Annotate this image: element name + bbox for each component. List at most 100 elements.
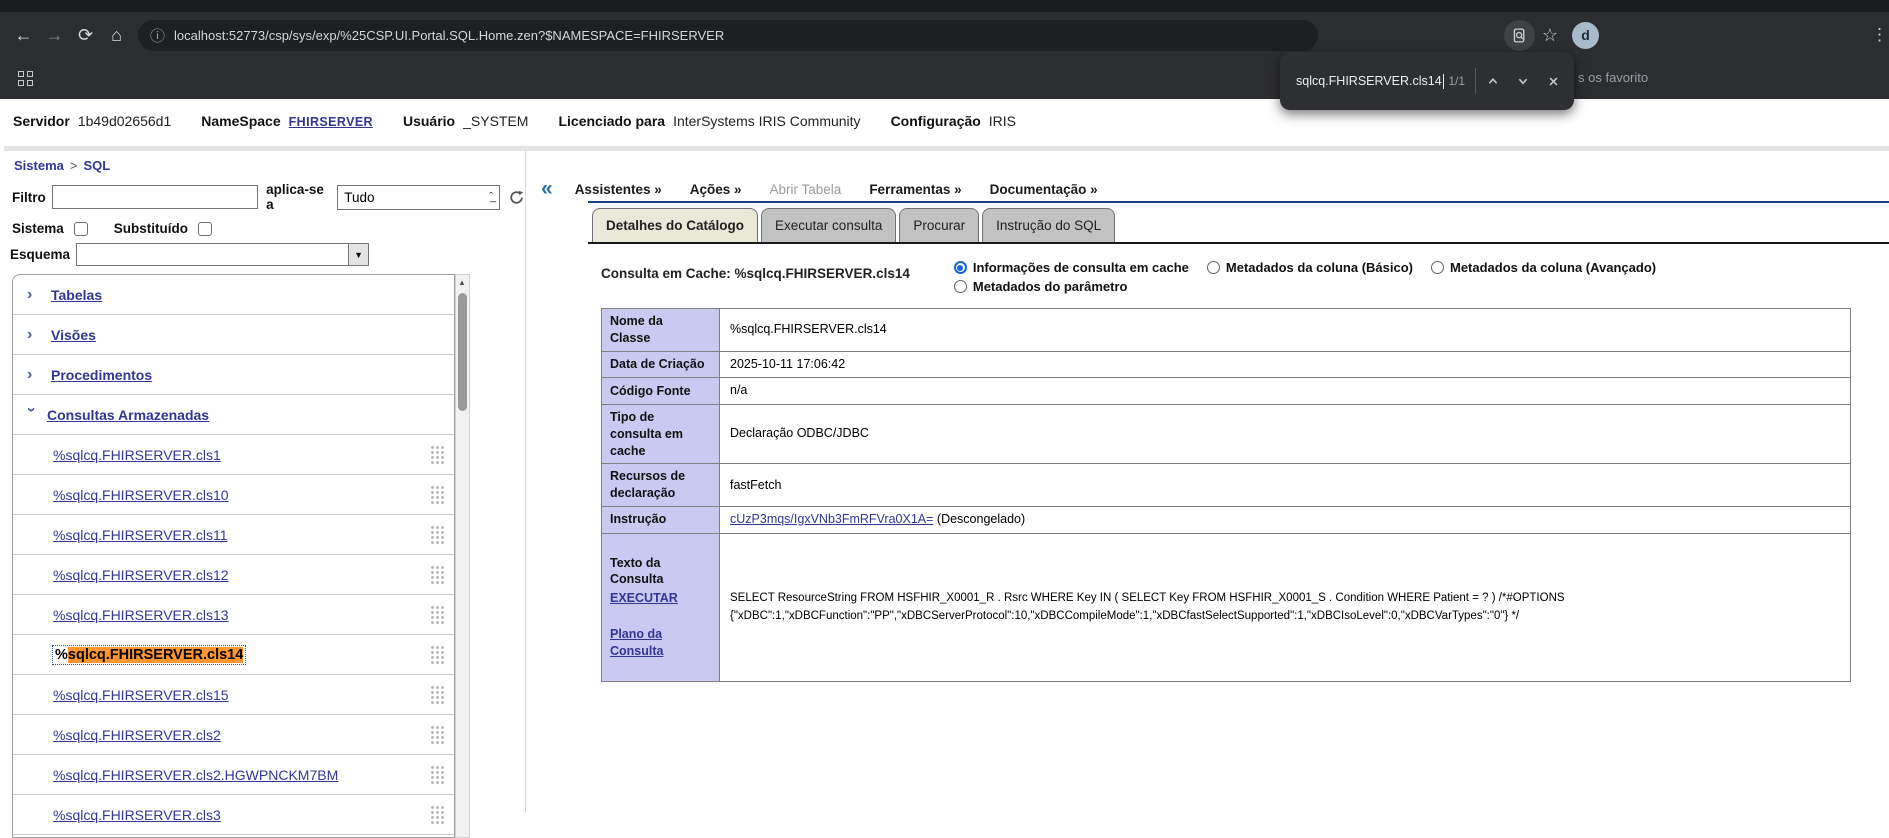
filtro-label: Filtro <box>12 190 46 205</box>
radio-metadados-coluna-avancado[interactable]: Metadados da coluna (Avançado) <box>1431 260 1656 275</box>
grip-icon[interactable] <box>430 605 444 624</box>
table-row: Código Fonte n/a <box>602 378 1851 405</box>
sistema-label: Sistema <box>12 221 64 236</box>
tree-item-cls10[interactable]: %sqlcq.FHIRSERVER.cls10 <box>13 475 454 515</box>
server-value: 1b49d02656d1 <box>78 113 171 129</box>
find-match-count: 1/1 <box>1448 74 1475 88</box>
menu-abrir-tabela: Abrir Tabela <box>770 182 842 197</box>
tree-item-cls2[interactable]: %sqlcq.FHIRSERVER.cls2 <box>13 715 454 755</box>
find-in-page-icon[interactable] <box>1504 20 1535 51</box>
namespace-link[interactable]: FHIRSERVER <box>289 115 373 129</box>
bookmarks-hint-text: s os favorito <box>1578 70 1648 85</box>
substituido-checkbox[interactable] <box>198 222 212 236</box>
tree-item-cls1[interactable]: %sqlcq.FHIRSERVER.cls1 <box>13 435 454 475</box>
grip-icon[interactable] <box>430 685 444 704</box>
menubar: « Assistentes » Ações » Abrir Tabela Fer… <box>526 151 1889 201</box>
grip-icon[interactable] <box>430 805 444 824</box>
tree-item-cls13[interactable]: %sqlcq.FHIRSERVER.cls13 <box>13 595 454 635</box>
scrollbar-thumb[interactable] <box>458 293 467 411</box>
tree-item-cls2-hgwpnckm7bm[interactable]: %sqlcq.FHIRSERVER.cls2.HGWPNCKM7BM <box>13 755 454 795</box>
grip-icon[interactable] <box>430 525 444 544</box>
find-next-button[interactable] <box>1508 66 1538 96</box>
radio-metadados-coluna-basico[interactable]: Metadados da coluna (Básico) <box>1207 260 1413 275</box>
statement-hash-link[interactable]: cUzP3mqs/IgxVNb3FmRFVra0X1A= <box>730 512 933 526</box>
dropdown-arrow-icon[interactable]: ▼ <box>348 243 369 266</box>
sistema-checkbox[interactable] <box>74 222 88 236</box>
radio-info-consulta-cache[interactable]: Informações de consulta em cache <box>954 260 1189 275</box>
address-bar[interactable]: ⓘ localhost:52773/csp/sys/exp/%25CSP.UI.… <box>138 20 1318 51</box>
grip-icon[interactable] <box>430 565 444 584</box>
tree-item-cls12[interactable]: %sqlcq.FHIRSERVER.cls12 <box>13 555 454 595</box>
tab-instrucao-do-sql[interactable]: Instrução do SQL <box>982 208 1115 242</box>
table-row: Tipo de consulta em cache Declaração ODB… <box>602 404 1851 464</box>
radio-icon[interactable] <box>954 280 967 293</box>
user-label: Usuário <box>403 113 455 129</box>
menubar-underline <box>588 201 1889 203</box>
reload-icon[interactable]: ⟳ <box>70 20 101 51</box>
portal-page: Servidor 1b49d02656d1 NameSpace FHIRSERV… <box>0 99 1889 812</box>
executar-link[interactable]: EXECUTAR <box>610 590 711 607</box>
select-arrow-icon: ˆ̲ <box>489 191 493 203</box>
collapse-panel-icon[interactable]: « <box>541 177 553 201</box>
breadcrumb-sql[interactable]: SQL <box>83 158 110 173</box>
radio-icon[interactable] <box>954 261 967 274</box>
find-close-button[interactable] <box>1538 66 1568 96</box>
site-info-icon[interactable]: ⓘ <box>150 25 165 46</box>
menu-ferramentas[interactable]: Ferramentas » <box>869 182 961 197</box>
menu-documentacao[interactable]: Documentação » <box>990 182 1098 197</box>
tree-group-tabelas[interactable]: › Tabelas <box>13 275 454 315</box>
plano-da-consulta-link[interactable]: Plano da Consulta <box>610 626 711 660</box>
tree-group-procedimentos[interactable]: › Procedimentos <box>13 355 454 395</box>
radio-icon[interactable] <box>1431 261 1444 274</box>
grip-icon[interactable] <box>430 645 444 664</box>
scroll-up-icon[interactable]: ▲ <box>458 278 466 287</box>
table-row: Data de Criação 2025-10-11 17:06:42 <box>602 351 1851 378</box>
tree-scrollbar[interactable]: ▲ <box>455 274 470 838</box>
table-row: Recursos de declaração fastFetch <box>602 464 1851 507</box>
namespace-label: NameSpace <box>201 113 280 129</box>
back-icon[interactable]: ← <box>8 20 39 51</box>
grip-icon[interactable] <box>430 765 444 784</box>
tree-item-cls15[interactable]: %sqlcq.FHIRSERVER.cls15 <box>13 675 454 715</box>
breadcrumb-sistema[interactable]: Sistema <box>14 158 64 173</box>
filtro-input[interactable] <box>52 185 258 209</box>
menu-acoes[interactable]: Ações » <box>690 182 742 197</box>
tab-detalhes-do-catalogo[interactable]: Detalhes do Catálogo <box>592 208 758 242</box>
grip-icon[interactable] <box>430 445 444 464</box>
text-caret <box>1443 74 1445 89</box>
tree-item-cls11[interactable]: %sqlcq.FHIRSERVER.cls11 <box>13 515 454 555</box>
tree-item-cls3[interactable]: %sqlcq.FHIRSERVER.cls3 <box>13 795 454 835</box>
apps-grid-icon[interactable] <box>18 71 33 86</box>
refresh-icon[interactable] <box>508 189 525 206</box>
find-previous-button[interactable] <box>1478 66 1508 96</box>
url-text[interactable]: localhost:52773/csp/sys/exp/%25CSP.UI.Po… <box>174 28 724 43</box>
chevron-down-icon: › <box>22 407 40 423</box>
substituido-label: Substituído <box>114 221 188 236</box>
menu-assistentes[interactable]: Assistentes » <box>575 182 662 197</box>
browser-chrome: ← → ⟳ ⌂ ⓘ localhost:52773/csp/sys/exp/%2… <box>0 0 1889 99</box>
home-icon[interactable]: ⌂ <box>101 20 132 51</box>
browser-menu-icon[interactable]: ⋮ <box>1871 25 1889 45</box>
tab-procurar[interactable]: Procurar <box>899 208 979 242</box>
esquema-label: Esquema <box>10 247 70 262</box>
tree-item-cls14-selected[interactable]: %sqlcq.FHIRSERVER.cls14 <box>13 635 454 675</box>
forward-icon[interactable]: → <box>39 20 70 51</box>
grip-icon[interactable] <box>430 725 444 744</box>
tree-group-visoes[interactable]: › Visões <box>13 315 454 355</box>
find-query-input[interactable]: sqlcq.FHIRSERVER.cls14 <box>1296 74 1442 88</box>
bookmark-star-icon[interactable]: ☆ <box>1535 20 1565 50</box>
table-row: Nome da Classe %sqlcq.FHIRSERVER.cls14 <box>602 309 1851 352</box>
tab-executar-consulta[interactable]: Executar consulta <box>761 208 896 242</box>
browser-tabstrip <box>0 0 1889 12</box>
avatar[interactable]: d <box>1572 22 1599 49</box>
tree-group-consultas-armazenadas[interactable]: › Consultas Armazenadas <box>13 395 454 435</box>
breadcrumb: Sistema>SQL <box>0 151 525 175</box>
applies-select[interactable]: Tudo ˆ̲ <box>337 185 500 210</box>
tab-bar: Detalhes do Catálogo Executar consulta P… <box>588 208 1889 244</box>
grip-icon[interactable] <box>430 485 444 504</box>
radio-metadados-parametro[interactable]: Metadados do parâmetro <box>954 279 1189 294</box>
chevron-right-icon: › <box>27 366 51 384</box>
radio-icon[interactable] <box>1207 261 1220 274</box>
esquema-input[interactable] <box>76 243 348 266</box>
bookmarks-bar: s os favorito <box>0 58 1889 99</box>
